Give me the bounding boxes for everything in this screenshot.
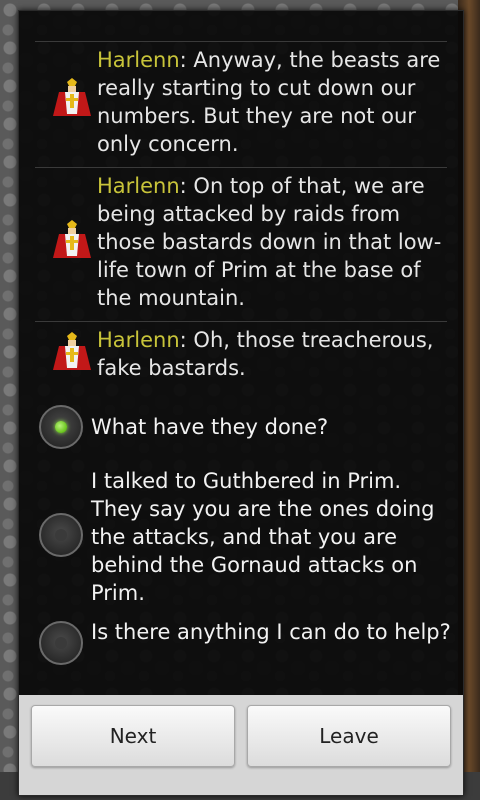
speaker-name: Harlenn <box>97 48 180 72</box>
radio-dot <box>55 529 67 541</box>
speaker-name: Harlenn <box>97 328 180 352</box>
knight-avatar-icon <box>47 76 97 120</box>
message-text: Harlenn: Anyway, the beasts are really s… <box>97 46 447 158</box>
message-item: Harlenn: On top of that, we are being at… <box>35 167 447 322</box>
radio-dot <box>55 421 67 433</box>
reply-option-label[interactable]: Is there anything I can do to help? <box>91 618 455 646</box>
speaker-name: Harlenn <box>97 174 180 198</box>
knight-avatar-icon <box>47 218 97 262</box>
reply-option[interactable]: Is there anything I can do to help? <box>39 615 459 679</box>
knight-avatar-icon <box>47 330 97 374</box>
radio-button-selected[interactable] <box>39 405 83 449</box>
reply-option[interactable]: I talked to Guthbered in Prim. They say … <box>39 465 459 609</box>
reply-option-label[interactable]: I talked to Guthbered in Prim. They say … <box>91 467 455 607</box>
reply-option[interactable]: What have they done? <box>39 401 459 453</box>
reply-option-label[interactable]: What have they done? <box>91 413 455 441</box>
leave-button[interactable]: Leave <box>247 705 451 767</box>
message-item: Harlenn: Oh, those treacherous, fake bas… <box>35 321 447 392</box>
conversation-dialog: Harlenn: Anyway, the beasts are really s… <box>18 10 464 796</box>
message-item: Harlenn: Anyway, the beasts are really s… <box>35 41 447 168</box>
radio-dot <box>55 637 67 649</box>
radio-button[interactable] <box>39 621 83 665</box>
radio-button[interactable] <box>39 513 83 557</box>
message-text: Harlenn: Oh, those treacherous, fake bas… <box>97 326 447 382</box>
message-text: Harlenn: On top of that, we are being at… <box>97 172 447 312</box>
button-bar: Next Leave <box>19 695 463 795</box>
next-button[interactable]: Next <box>31 705 235 767</box>
